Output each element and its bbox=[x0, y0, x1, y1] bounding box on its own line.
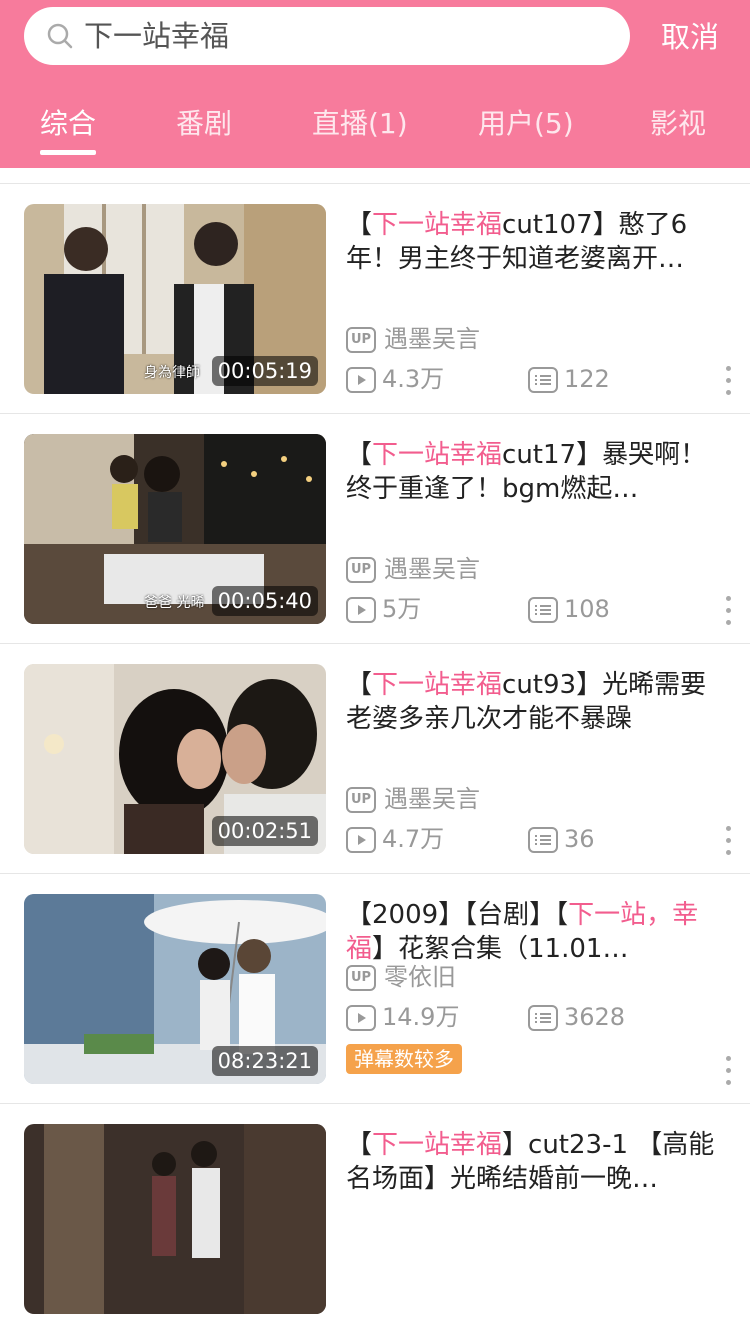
uploader[interactable]: UP 零依旧 bbox=[346, 962, 456, 992]
play-count: 4.3万 bbox=[346, 364, 444, 394]
more-options-icon[interactable] bbox=[720, 366, 736, 396]
header-bar: 下一站幸福 取消 综合 番剧 直播(1) 用户(5) 影视 bbox=[0, 0, 750, 168]
cancel-button[interactable]: 取消 bbox=[650, 8, 730, 66]
danmaku-count: 108 bbox=[528, 594, 610, 624]
tab-active-indicator bbox=[40, 150, 96, 155]
video-item[interactable]: 00:02:51 【下一站幸福cut93】光晞需要老婆多亲几次才能不暴躁 UP 遇… bbox=[0, 644, 750, 874]
video-title[interactable]: 【下一站幸福cut17】暴哭啊！终于重逢了！bgm燃起… bbox=[346, 438, 724, 506]
uploader[interactable]: UP 遇墨吴言 bbox=[346, 324, 480, 354]
tab-live[interactable]: 直播(1) bbox=[312, 92, 408, 156]
video-thumbnail[interactable] bbox=[24, 1124, 326, 1314]
play-count: 14.9万 bbox=[346, 1002, 459, 1032]
play-icon bbox=[346, 1005, 376, 1031]
video-title[interactable]: 【下一站幸福cut107】憨了6年！男主终于知道老婆离开… bbox=[346, 208, 724, 276]
search-icon bbox=[47, 23, 73, 49]
video-item[interactable]: 【下一站幸福】cut23-1 【高能名场面】光晞结婚前一晚… bbox=[0, 1104, 750, 1334]
video-thumbnail[interactable]: 08:23:21 bbox=[24, 894, 326, 1084]
tab-film[interactable]: 影视 bbox=[650, 92, 706, 156]
video-item[interactable]: 08:23:21 【2009】【台剧】【下一站，幸福】花絮合集（11.01… U… bbox=[0, 874, 750, 1104]
danmaku-icon bbox=[528, 597, 558, 623]
thumbnail-caption: 爸爸 光晞 bbox=[144, 595, 205, 611]
thumbnail-caption: 身為律師 bbox=[144, 365, 200, 381]
video-thumbnail[interactable]: 00:02:51 bbox=[24, 664, 326, 854]
video-item[interactable]: 爸爸 光晞 00:05:40 【下一站幸福cut17】暴哭啊！终于重逢了！bgm… bbox=[0, 414, 750, 644]
video-title[interactable]: 【下一站幸福】cut23-1 【高能名场面】光晞结婚前一晚… bbox=[346, 1128, 724, 1196]
danmaku-icon bbox=[528, 827, 558, 853]
video-duration: 08:23:21 bbox=[211, 1046, 318, 1076]
uploader[interactable]: UP 遇墨吴言 bbox=[346, 784, 480, 814]
video-duration: 00:05:19 bbox=[211, 356, 318, 386]
search-query: 下一站幸福 bbox=[84, 19, 230, 53]
video-title[interactable]: 【2009】【台剧】【下一站，幸福】花絮合集（11.01… bbox=[346, 898, 724, 966]
danmaku-count: 3628 bbox=[528, 1002, 625, 1032]
tab-anime[interactable]: 番剧 bbox=[176, 92, 232, 156]
danmaku-icon bbox=[528, 367, 558, 393]
video-item[interactable]: 身為律師 00:05:19 【下一站幸福cut107】憨了6年！男主终于知道老婆… bbox=[0, 184, 750, 414]
video-thumbnail[interactable]: 爸爸 光晞 00:05:40 bbox=[24, 434, 326, 624]
play-count: 5万 bbox=[346, 594, 421, 624]
video-list: 身為律師 00:05:19 【下一站幸福cut107】憨了6年！男主终于知道老婆… bbox=[0, 184, 750, 1334]
up-icon: UP bbox=[346, 557, 376, 583]
hot-danmaku-badge: 弹幕数较多 bbox=[346, 1044, 462, 1074]
video-duration: 00:05:40 bbox=[211, 586, 318, 616]
play-count: 4.7万 bbox=[346, 824, 444, 854]
more-options-icon[interactable] bbox=[720, 596, 736, 626]
video-title[interactable]: 【下一站幸福cut93】光晞需要老婆多亲几次才能不暴躁 bbox=[346, 668, 724, 736]
tab-comprehensive[interactable]: 综合 bbox=[40, 92, 96, 156]
search-input[interactable]: 下一站幸福 bbox=[24, 7, 630, 65]
uploader[interactable]: UP 遇墨吴言 bbox=[346, 554, 480, 584]
more-options-icon[interactable] bbox=[720, 826, 736, 856]
play-icon bbox=[346, 367, 376, 393]
play-icon bbox=[346, 827, 376, 853]
danmaku-icon bbox=[528, 1005, 558, 1031]
play-icon bbox=[346, 597, 376, 623]
more-options-icon[interactable] bbox=[720, 1056, 736, 1086]
up-icon: UP bbox=[346, 787, 376, 813]
up-icon: UP bbox=[346, 327, 376, 353]
video-duration: 00:02:51 bbox=[211, 816, 318, 846]
danmaku-count: 36 bbox=[528, 824, 595, 854]
video-thumbnail[interactable]: 身為律師 00:05:19 bbox=[24, 204, 326, 394]
up-icon: UP bbox=[346, 965, 376, 991]
danmaku-count: 122 bbox=[528, 364, 610, 394]
tab-bar: 综合 番剧 直播(1) 用户(5) 影视 bbox=[0, 92, 750, 168]
tab-users[interactable]: 用户(5) bbox=[478, 92, 574, 156]
